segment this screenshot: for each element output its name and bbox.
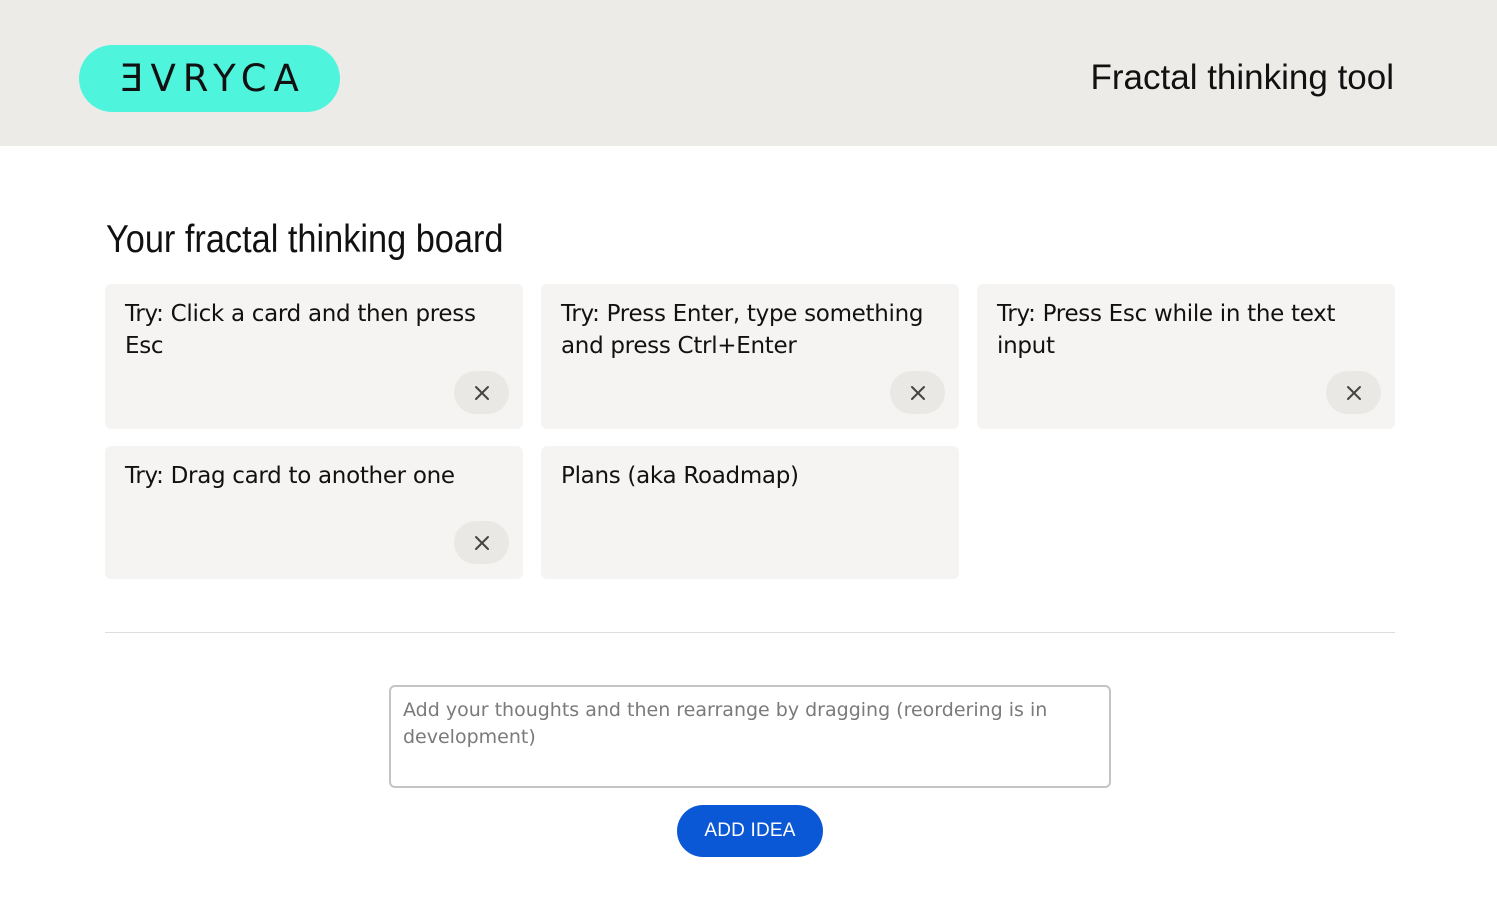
board-title: Your fractal thinking board <box>106 218 504 261</box>
idea-card[interactable]: Try: Drag card to another one <box>105 446 523 579</box>
card-text: Try: Drag card to another one <box>125 463 455 489</box>
close-icon <box>474 535 489 550</box>
app-header: ƎVRYCA Fractal thinking tool <box>0 0 1497 146</box>
divider <box>105 632 1395 633</box>
logo-text: ƎVRYCA <box>120 57 306 100</box>
close-icon <box>1346 385 1361 400</box>
idea-card[interactable]: Try: Press Esc while in the text input <box>977 284 1395 429</box>
card-close-button[interactable] <box>890 371 945 414</box>
card-close-button[interactable] <box>454 521 509 564</box>
app-title: Fractal thinking tool <box>1090 58 1394 97</box>
close-icon <box>474 385 489 400</box>
idea-input[interactable] <box>389 685 1111 788</box>
idea-card[interactable]: Try: Click a card and then press Esc <box>105 284 523 429</box>
idea-card[interactable]: Plans (aka Roadmap) <box>541 446 959 579</box>
close-icon <box>910 385 925 400</box>
add-idea-button[interactable]: ADD IDEA <box>677 805 823 857</box>
card-close-button[interactable] <box>1326 371 1381 414</box>
card-close-button[interactable] <box>454 371 509 414</box>
card-text: Try: Press Esc while in the text input <box>997 301 1336 359</box>
card-text: Try: Click a card and then press Esc <box>125 301 476 359</box>
idea-card[interactable]: Try: Press Enter, type something and pre… <box>541 284 959 429</box>
card-text: Try: Press Enter, type something and pre… <box>561 301 924 359</box>
logo[interactable]: ƎVRYCA <box>79 45 340 112</box>
card-text: Plans (aka Roadmap) <box>561 463 799 489</box>
